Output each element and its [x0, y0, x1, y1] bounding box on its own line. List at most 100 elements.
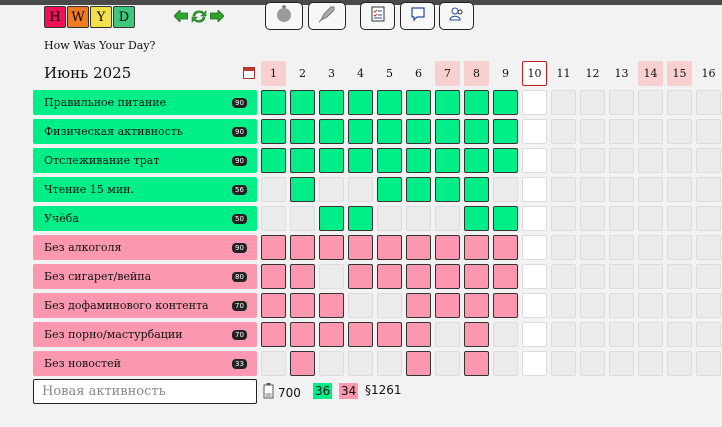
habit-day-cell[interactable] [609, 90, 634, 115]
habit-day-cell[interactable] [435, 177, 460, 202]
habit-day-cell[interactable] [435, 322, 460, 347]
habit-day-cell[interactable] [638, 351, 663, 376]
habit-day-cell[interactable] [464, 235, 489, 260]
habit-day-cell[interactable] [696, 293, 721, 318]
habit-day-cell[interactable] [609, 148, 634, 173]
habit-day-cell[interactable] [377, 177, 402, 202]
habit-day-cell[interactable] [551, 90, 576, 115]
habit-day-cell[interactable] [609, 293, 634, 318]
habit-day-cell[interactable] [406, 90, 431, 115]
habit-label[interactable]: Без сигарет/вейпа 80 [33, 264, 257, 289]
habit-day-cell[interactable] [290, 119, 315, 144]
day-header[interactable]: 6 [406, 61, 431, 86]
habit-day-cell[interactable] [551, 177, 576, 202]
habit-day-cell[interactable] [290, 264, 315, 289]
habit-day-cell[interactable] [609, 351, 634, 376]
habit-day-cell[interactable] [319, 293, 344, 318]
habit-day-cell[interactable] [696, 235, 721, 260]
habit-day-cell[interactable] [435, 119, 460, 144]
habit-day-cell[interactable] [464, 293, 489, 318]
habit-day-cell[interactable] [551, 206, 576, 231]
habit-day-cell[interactable] [377, 90, 402, 115]
habit-day-cell[interactable] [638, 119, 663, 144]
calendar-icon[interactable] [243, 67, 255, 79]
habit-label[interactable]: Без порно/мастурбации 70 [33, 322, 257, 347]
habit-day-cell[interactable] [696, 351, 721, 376]
habit-day-cell[interactable] [261, 235, 286, 260]
habit-day-cell[interactable] [319, 264, 344, 289]
habit-day-cell[interactable] [435, 90, 460, 115]
habit-day-cell[interactable] [319, 177, 344, 202]
habit-day-cell[interactable] [696, 264, 721, 289]
habit-day-cell[interactable] [290, 235, 315, 260]
habit-day-cell[interactable] [638, 293, 663, 318]
habit-day-cell[interactable] [667, 351, 692, 376]
habit-day-cell[interactable] [667, 206, 692, 231]
habit-day-cell[interactable] [522, 206, 547, 231]
habit-day-cell[interactable] [580, 293, 605, 318]
habit-label[interactable]: Отслеживание трат 90 [33, 148, 257, 173]
habit-day-cell[interactable] [464, 90, 489, 115]
day-header[interactable]: 2 [290, 61, 315, 86]
habit-day-cell[interactable] [261, 293, 286, 318]
habit-day-cell[interactable] [522, 148, 547, 173]
habit-day-cell[interactable] [261, 177, 286, 202]
habit-day-cell[interactable] [580, 148, 605, 173]
habit-day-cell[interactable] [319, 235, 344, 260]
hwyd-logo[interactable]: HWYD [44, 6, 135, 28]
habit-day-cell[interactable] [667, 235, 692, 260]
habit-day-cell[interactable] [580, 119, 605, 144]
habit-day-cell[interactable] [696, 90, 721, 115]
habit-day-cell[interactable] [348, 119, 373, 144]
habit-day-cell[interactable] [261, 322, 286, 347]
habit-day-cell[interactable] [522, 119, 547, 144]
habit-label[interactable]: Без новостей 33 [33, 351, 257, 376]
day-header[interactable]: 1 [261, 61, 286, 86]
habit-day-cell[interactable] [261, 148, 286, 173]
day-header[interactable]: 9 [493, 61, 518, 86]
habit-day-cell[interactable] [493, 351, 518, 376]
habit-day-cell[interactable] [464, 119, 489, 144]
habit-day-cell[interactable] [609, 322, 634, 347]
habit-day-cell[interactable] [667, 322, 692, 347]
habit-day-cell[interactable] [435, 293, 460, 318]
friends-button[interactable] [439, 2, 474, 30]
habit-day-cell[interactable] [638, 177, 663, 202]
habit-day-cell[interactable] [406, 351, 431, 376]
habit-day-cell[interactable] [406, 148, 431, 173]
day-header[interactable]: 15 [667, 61, 692, 86]
habit-day-cell[interactable] [609, 235, 634, 260]
new-activity-input[interactable] [33, 379, 257, 404]
day-header[interactable]: 11 [551, 61, 576, 86]
refresh-icon[interactable] [191, 10, 207, 27]
habit-day-cell[interactable] [290, 206, 315, 231]
habit-day-cell[interactable] [638, 235, 663, 260]
habit-day-cell[interactable] [435, 148, 460, 173]
habit-day-cell[interactable] [464, 264, 489, 289]
habit-day-cell[interactable] [551, 293, 576, 318]
pomodoro-button[interactable] [265, 2, 303, 30]
habit-day-cell[interactable] [493, 90, 518, 115]
arrow-left-icon[interactable] [173, 9, 189, 27]
habit-day-cell[interactable] [435, 206, 460, 231]
habit-day-cell[interactable] [261, 90, 286, 115]
habit-day-cell[interactable] [522, 235, 547, 260]
habit-day-cell[interactable] [551, 148, 576, 173]
day-header[interactable]: 14 [638, 61, 663, 86]
habit-day-cell[interactable] [377, 293, 402, 318]
habit-day-cell[interactable] [696, 119, 721, 144]
habit-day-cell[interactable] [406, 293, 431, 318]
habit-day-cell[interactable] [522, 90, 547, 115]
habit-day-cell[interactable] [377, 235, 402, 260]
habit-day-cell[interactable] [377, 322, 402, 347]
habit-day-cell[interactable] [261, 351, 286, 376]
habit-day-cell[interactable] [522, 351, 547, 376]
habit-day-cell[interactable] [638, 264, 663, 289]
habit-day-cell[interactable] [290, 293, 315, 318]
day-header[interactable]: 10 [522, 61, 547, 86]
habit-day-cell[interactable] [551, 119, 576, 144]
habit-day-cell[interactable] [319, 206, 344, 231]
habit-label[interactable]: Учёба 50 [33, 206, 257, 231]
habit-day-cell[interactable] [551, 235, 576, 260]
day-header[interactable]: 7 [435, 61, 460, 86]
